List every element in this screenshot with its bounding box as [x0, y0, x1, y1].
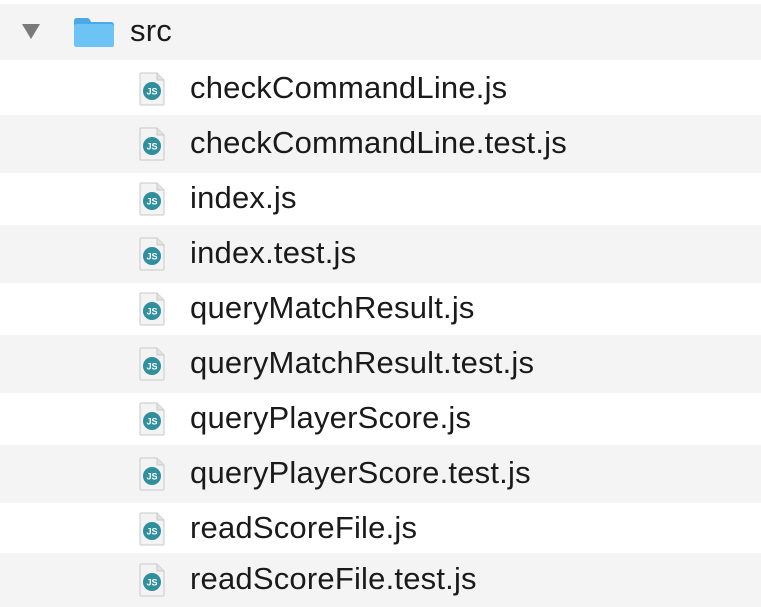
svg-text:JS: JS: [146, 142, 157, 152]
file-label: checkCommandLine.test.js: [190, 125, 567, 160]
file-row[interactable]: JS queryMatchResult.js: [0, 280, 761, 338]
svg-text:JS: JS: [146, 472, 157, 482]
file-row[interactable]: JS queryPlayerScore.test.js: [0, 445, 761, 503]
svg-text:JS: JS: [146, 252, 157, 262]
folder-icon: [74, 18, 114, 47]
js-file-icon: JS: [139, 512, 165, 546]
js-file-icon: JS: [139, 347, 165, 381]
svg-text:JS: JS: [146, 527, 157, 537]
file-row[interactable]: JS queryPlayerScore.js: [0, 390, 761, 448]
svg-text:JS: JS: [146, 417, 157, 427]
file-label: readScoreFile.js: [190, 510, 418, 545]
file-row[interactable]: JS queryMatchResult.test.js: [0, 335, 761, 393]
file-label: queryPlayerScore.test.js: [190, 455, 531, 490]
js-file-icon: JS: [139, 563, 165, 597]
js-file-icon: JS: [139, 237, 165, 271]
js-file-icon: JS: [139, 127, 165, 161]
file-label: readScoreFile.test.js: [190, 561, 477, 596]
file-row[interactable]: JS readScoreFile.js: [0, 500, 761, 558]
svg-text:JS: JS: [146, 362, 157, 372]
js-file-icon: JS: [139, 292, 165, 326]
js-file-icon: JS: [139, 72, 165, 106]
folder-label: src: [130, 13, 172, 48]
js-file-icon: JS: [139, 182, 165, 216]
file-row[interactable]: JS readScoreFile.test.js: [0, 553, 761, 607]
file-label: queryPlayerScore.js: [190, 400, 472, 435]
svg-text:JS: JS: [146, 197, 157, 207]
js-file-icon: JS: [139, 402, 165, 436]
file-row[interactable]: JS checkCommandLine.js: [0, 60, 761, 118]
disclosure-triangle-icon[interactable]: [22, 24, 40, 39]
file-row[interactable]: JS checkCommandLine.test.js: [0, 115, 761, 173]
file-label: queryMatchResult.js: [190, 290, 475, 325]
file-label: checkCommandLine.js: [190, 70, 508, 105]
file-label: index.js: [190, 180, 297, 215]
svg-text:JS: JS: [146, 578, 157, 588]
file-row[interactable]: JS index.test.js: [0, 225, 761, 283]
svg-text:JS: JS: [146, 307, 157, 317]
js-file-icon: JS: [139, 457, 165, 491]
file-tree: src JS checkCommandLine.js JS checkComma…: [0, 0, 761, 607]
file-label: queryMatchResult.test.js: [190, 345, 535, 380]
file-row[interactable]: JS index.js: [0, 170, 761, 228]
folder-row-src[interactable]: src: [0, 4, 761, 60]
file-label: index.test.js: [190, 235, 357, 270]
svg-text:JS: JS: [146, 87, 157, 97]
